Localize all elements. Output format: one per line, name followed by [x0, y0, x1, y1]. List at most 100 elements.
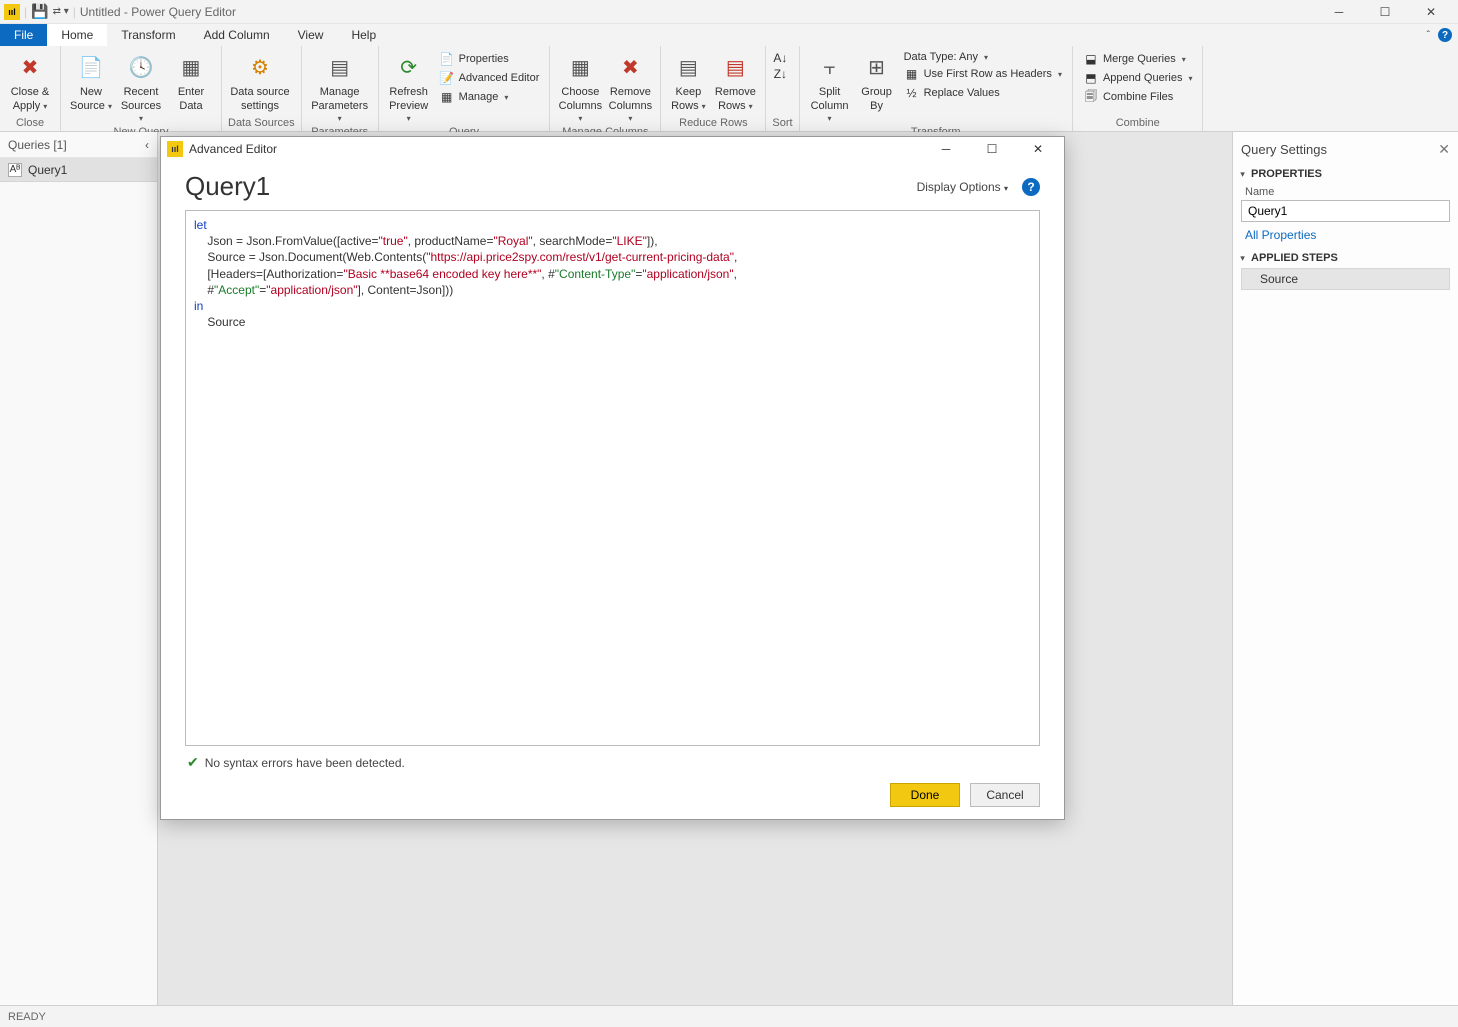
- code-editor[interactable]: let Json = Json.FromValue([active="true"…: [185, 210, 1040, 746]
- query-list-item[interactable]: Aᴮ Query1: [0, 158, 157, 182]
- close-settings-icon[interactable]: ✕: [1438, 141, 1450, 158]
- name-field-label: Name: [1241, 182, 1450, 200]
- sort-desc-button[interactable]: Z↓: [772, 66, 788, 82]
- collapse-queries-icon[interactable]: ‹: [145, 138, 149, 152]
- tab-view[interactable]: View: [284, 24, 338, 46]
- first-row-headers-label: Use First Row as Headers: [924, 68, 1052, 80]
- dialog-help-icon[interactable]: ?: [1022, 178, 1040, 196]
- first-row-headers-button[interactable]: ▦Use First Row as Headers▾: [900, 65, 1066, 83]
- maximize-button[interactable]: ☐: [1362, 0, 1408, 24]
- enter-data-button[interactable]: ▦ Enter Data: [167, 50, 215, 114]
- properties-icon: 📄: [439, 51, 455, 67]
- close-button[interactable]: ✕: [1408, 0, 1454, 24]
- tab-file[interactable]: File: [0, 24, 47, 46]
- all-properties-link[interactable]: All Properties: [1241, 222, 1450, 246]
- recent-sources-icon: 🕓: [125, 52, 157, 84]
- dialog-close-button[interactable]: ✕: [1018, 137, 1058, 161]
- choose-columns-button[interactable]: ▦ Choose Columns ▾: [556, 50, 604, 126]
- queries-header-label: Queries [1]: [8, 138, 67, 152]
- recent-sources-label2: Sources: [121, 100, 161, 112]
- group-by-label1: Group: [861, 86, 892, 98]
- remove-rows-button[interactable]: ▤ Remove Rows ▾: [711, 50, 759, 114]
- merge-queries-button[interactable]: ⬓Merge Queries▾: [1079, 50, 1197, 68]
- datasources-label2: settings: [241, 100, 279, 112]
- properties-button[interactable]: 📄Properties: [435, 50, 544, 68]
- ribbon-group-managecols: ▦ Choose Columns ▾ ✖ Remove Columns ▾ Ma…: [550, 46, 661, 131]
- replace-values-button[interactable]: ½Replace Values: [900, 84, 1066, 102]
- data-source-settings-button[interactable]: ⚙ Data source settings: [228, 50, 292, 114]
- advanced-editor-button[interactable]: 📝Advanced Editor: [435, 69, 544, 87]
- ribbon-group-sort-label: Sort: [772, 117, 792, 131]
- app-icon: [4, 4, 20, 20]
- ribbon-group-datasources: ⚙ Data source settings Data Sources: [222, 46, 302, 131]
- manage-parameters-icon: ▤: [324, 52, 356, 84]
- group-by-button[interactable]: ⊞ Group By: [856, 50, 898, 114]
- split-column-label1: Split: [819, 86, 840, 98]
- remove-columns-button[interactable]: ✖ Remove Columns ▾: [606, 50, 654, 126]
- applied-steps-header[interactable]: APPLIED STEPS: [1241, 246, 1450, 266]
- remove-rows-icon: ▤: [719, 52, 751, 84]
- save-icon[interactable]: 💾: [31, 3, 48, 20]
- done-button[interactable]: Done: [890, 783, 960, 807]
- remove-columns-label2: Columns: [609, 100, 652, 112]
- tab-transform[interactable]: Transform: [107, 24, 189, 46]
- query-name-input[interactable]: [1241, 200, 1450, 222]
- refresh-label2: Preview: [389, 100, 428, 112]
- properties-section-header[interactable]: PROPERTIES: [1241, 162, 1450, 182]
- new-source-label2: Source: [70, 100, 105, 112]
- enter-data-label2: Data: [179, 100, 202, 112]
- status-bar: READY: [0, 1005, 1458, 1027]
- choose-columns-icon: ▦: [564, 52, 596, 84]
- help-icon[interactable]: ?: [1438, 28, 1452, 42]
- tab-help[interactable]: Help: [337, 24, 390, 46]
- collapse-ribbon-icon[interactable]: ˆ: [1427, 30, 1430, 41]
- queries-panel: Queries [1] ‹ Aᴮ Query1: [0, 132, 158, 1005]
- applied-step-source[interactable]: Source: [1241, 268, 1450, 290]
- ribbon-group-close-label: Close: [6, 117, 54, 131]
- new-source-icon: 📄: [75, 52, 107, 84]
- ribbon-group-transform: ⫟ Split Column ▾ ⊞ Group By Data Type: A…: [800, 46, 1073, 131]
- close-apply-button[interactable]: ✖ Close & Apply ▾: [6, 50, 54, 114]
- close-apply-label1: Close &: [11, 86, 50, 98]
- qat-dropdown-icon[interactable]: ⇄ ▾: [53, 6, 69, 17]
- append-queries-icon: ⬒: [1083, 70, 1099, 86]
- cancel-button[interactable]: Cancel: [970, 783, 1040, 807]
- manage-button[interactable]: ▦Manage▾: [435, 88, 544, 106]
- display-options-label: Display Options: [917, 180, 1001, 194]
- refresh-preview-button[interactable]: ⟳ Refresh Preview ▾: [385, 50, 433, 126]
- ribbon-group-combine-label: Combine: [1079, 117, 1197, 131]
- new-source-label1: New: [80, 86, 102, 98]
- append-queries-button[interactable]: ⬒Append Queries▾: [1079, 69, 1197, 87]
- close-apply-label2: Apply: [13, 100, 41, 112]
- query-settings-panel: Query Settings ✕ PROPERTIES Name All Pro…: [1232, 132, 1458, 1005]
- new-source-button[interactable]: 📄 New Source ▾: [67, 50, 115, 114]
- recent-sources-button[interactable]: 🕓 Recent Sources ▾: [117, 50, 165, 126]
- choose-columns-label1: Choose: [561, 86, 599, 98]
- display-options-button[interactable]: Display Options ▾: [917, 180, 1008, 194]
- recent-sources-label1: Recent: [124, 86, 159, 98]
- data-type-button[interactable]: Data Type: Any▾: [900, 50, 1066, 64]
- keep-rows-button[interactable]: ▤ Keep Rows ▾: [667, 50, 709, 114]
- combine-files-button[interactable]: 🗐Combine Files: [1079, 88, 1197, 106]
- query-item-label: Query1: [28, 163, 67, 177]
- remove-columns-label1: Remove: [610, 86, 651, 98]
- keep-rows-icon: ▤: [672, 52, 704, 84]
- manage-parameters-button[interactable]: ▤ Manage Parameters ▾: [308, 50, 372, 126]
- dialog-minimize-button[interactable]: ─: [926, 137, 966, 161]
- dialog-title-label: Advanced Editor: [189, 142, 277, 156]
- keep-rows-label1: Keep: [676, 86, 702, 98]
- remove-rows-label1: Remove: [715, 86, 756, 98]
- split-column-button[interactable]: ⫟ Split Column ▾: [806, 50, 854, 126]
- manage-label: Manage: [459, 91, 499, 103]
- refresh-label1: Refresh: [389, 86, 428, 98]
- manage-icon: ▦: [439, 89, 455, 105]
- dialog-maximize-button[interactable]: ☐: [972, 137, 1012, 161]
- sort-asc-button[interactable]: A↓: [772, 50, 788, 66]
- merge-queries-icon: ⬓: [1083, 51, 1099, 67]
- refresh-icon: ⟳: [393, 52, 425, 84]
- tab-addcolumn[interactable]: Add Column: [190, 24, 284, 46]
- ribbon-group-close: ✖ Close & Apply ▾ Close: [0, 46, 61, 131]
- merge-queries-label: Merge Queries: [1103, 53, 1176, 65]
- minimize-button[interactable]: ─: [1316, 0, 1362, 24]
- tab-home[interactable]: Home: [47, 24, 107, 46]
